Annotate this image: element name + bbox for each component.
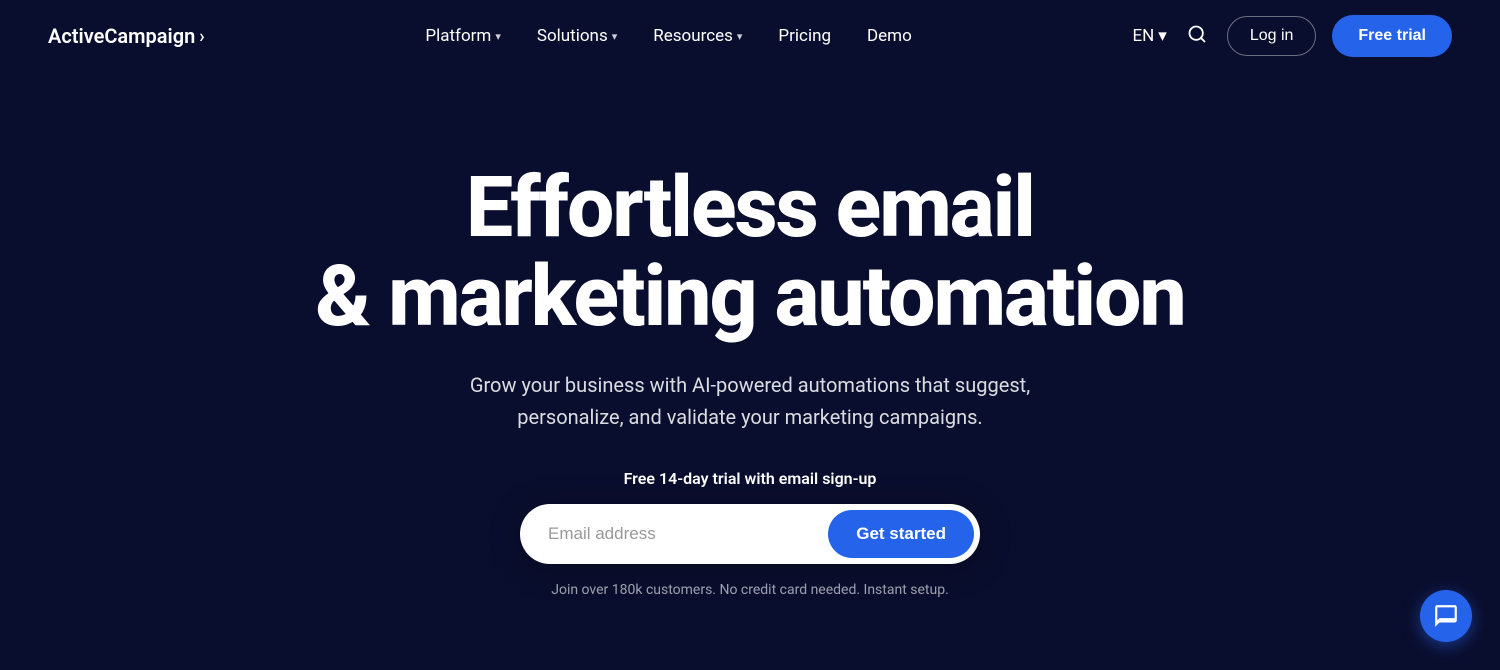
nav-links: Platform ▾ Solutions ▾ Resources ▾ Prici… [205,18,1133,54]
hero-subtitle: Grow your business with AI-powered autom… [440,369,1060,433]
email-input[interactable] [548,524,828,544]
nav-solutions-label: Solutions [537,26,608,46]
lang-label: EN [1132,26,1154,46]
nav-pricing[interactable]: Pricing [764,18,845,54]
hero-footnote: Join over 180k customers. No credit card… [551,582,949,598]
logo[interactable]: ActiveCampaign › [48,24,205,48]
resources-chevron-icon: ▾ [737,30,743,43]
hero-trial-label: Free 14-day trial with email sign-up [624,469,877,488]
solutions-chevron-icon: ▾ [612,30,618,43]
nav-pricing-label: Pricing [778,26,831,46]
platform-chevron-icon: ▾ [495,30,501,43]
nav-solutions[interactable]: Solutions ▾ [523,18,631,54]
email-form: Get started [520,504,980,564]
search-icon[interactable] [1183,20,1211,53]
get-started-button[interactable]: Get started [828,510,974,558]
hero-title-line2: & marketing automation [315,247,1184,346]
nav-platform-label: Platform [425,26,491,46]
nav-platform[interactable]: Platform ▾ [411,18,514,54]
chat-bubble-button[interactable] [1420,590,1472,642]
lang-chevron-icon: ▾ [1158,26,1167,46]
nav-resources-label: Resources [653,26,733,46]
login-button[interactable]: Log in [1227,16,1317,56]
nav-demo-label: Demo [867,26,912,46]
nav-demo[interactable]: Demo [853,18,926,54]
chat-icon [1433,603,1459,629]
free-trial-button[interactable]: Free trial [1332,15,1452,57]
nav-resources[interactable]: Resources ▾ [639,18,756,54]
hero-title: Effortless email & marketing automation [315,164,1184,340]
navbar: ActiveCampaign › Platform ▾ Solutions ▾ … [0,0,1500,72]
hero-title-line1: Effortless email [466,158,1034,257]
language-selector[interactable]: EN ▾ [1132,26,1166,46]
nav-right: EN ▾ Log in Free trial [1132,15,1452,57]
hero-section: Effortless email & marketing automation … [0,72,1500,670]
logo-text: ActiveCampaign [48,24,195,48]
